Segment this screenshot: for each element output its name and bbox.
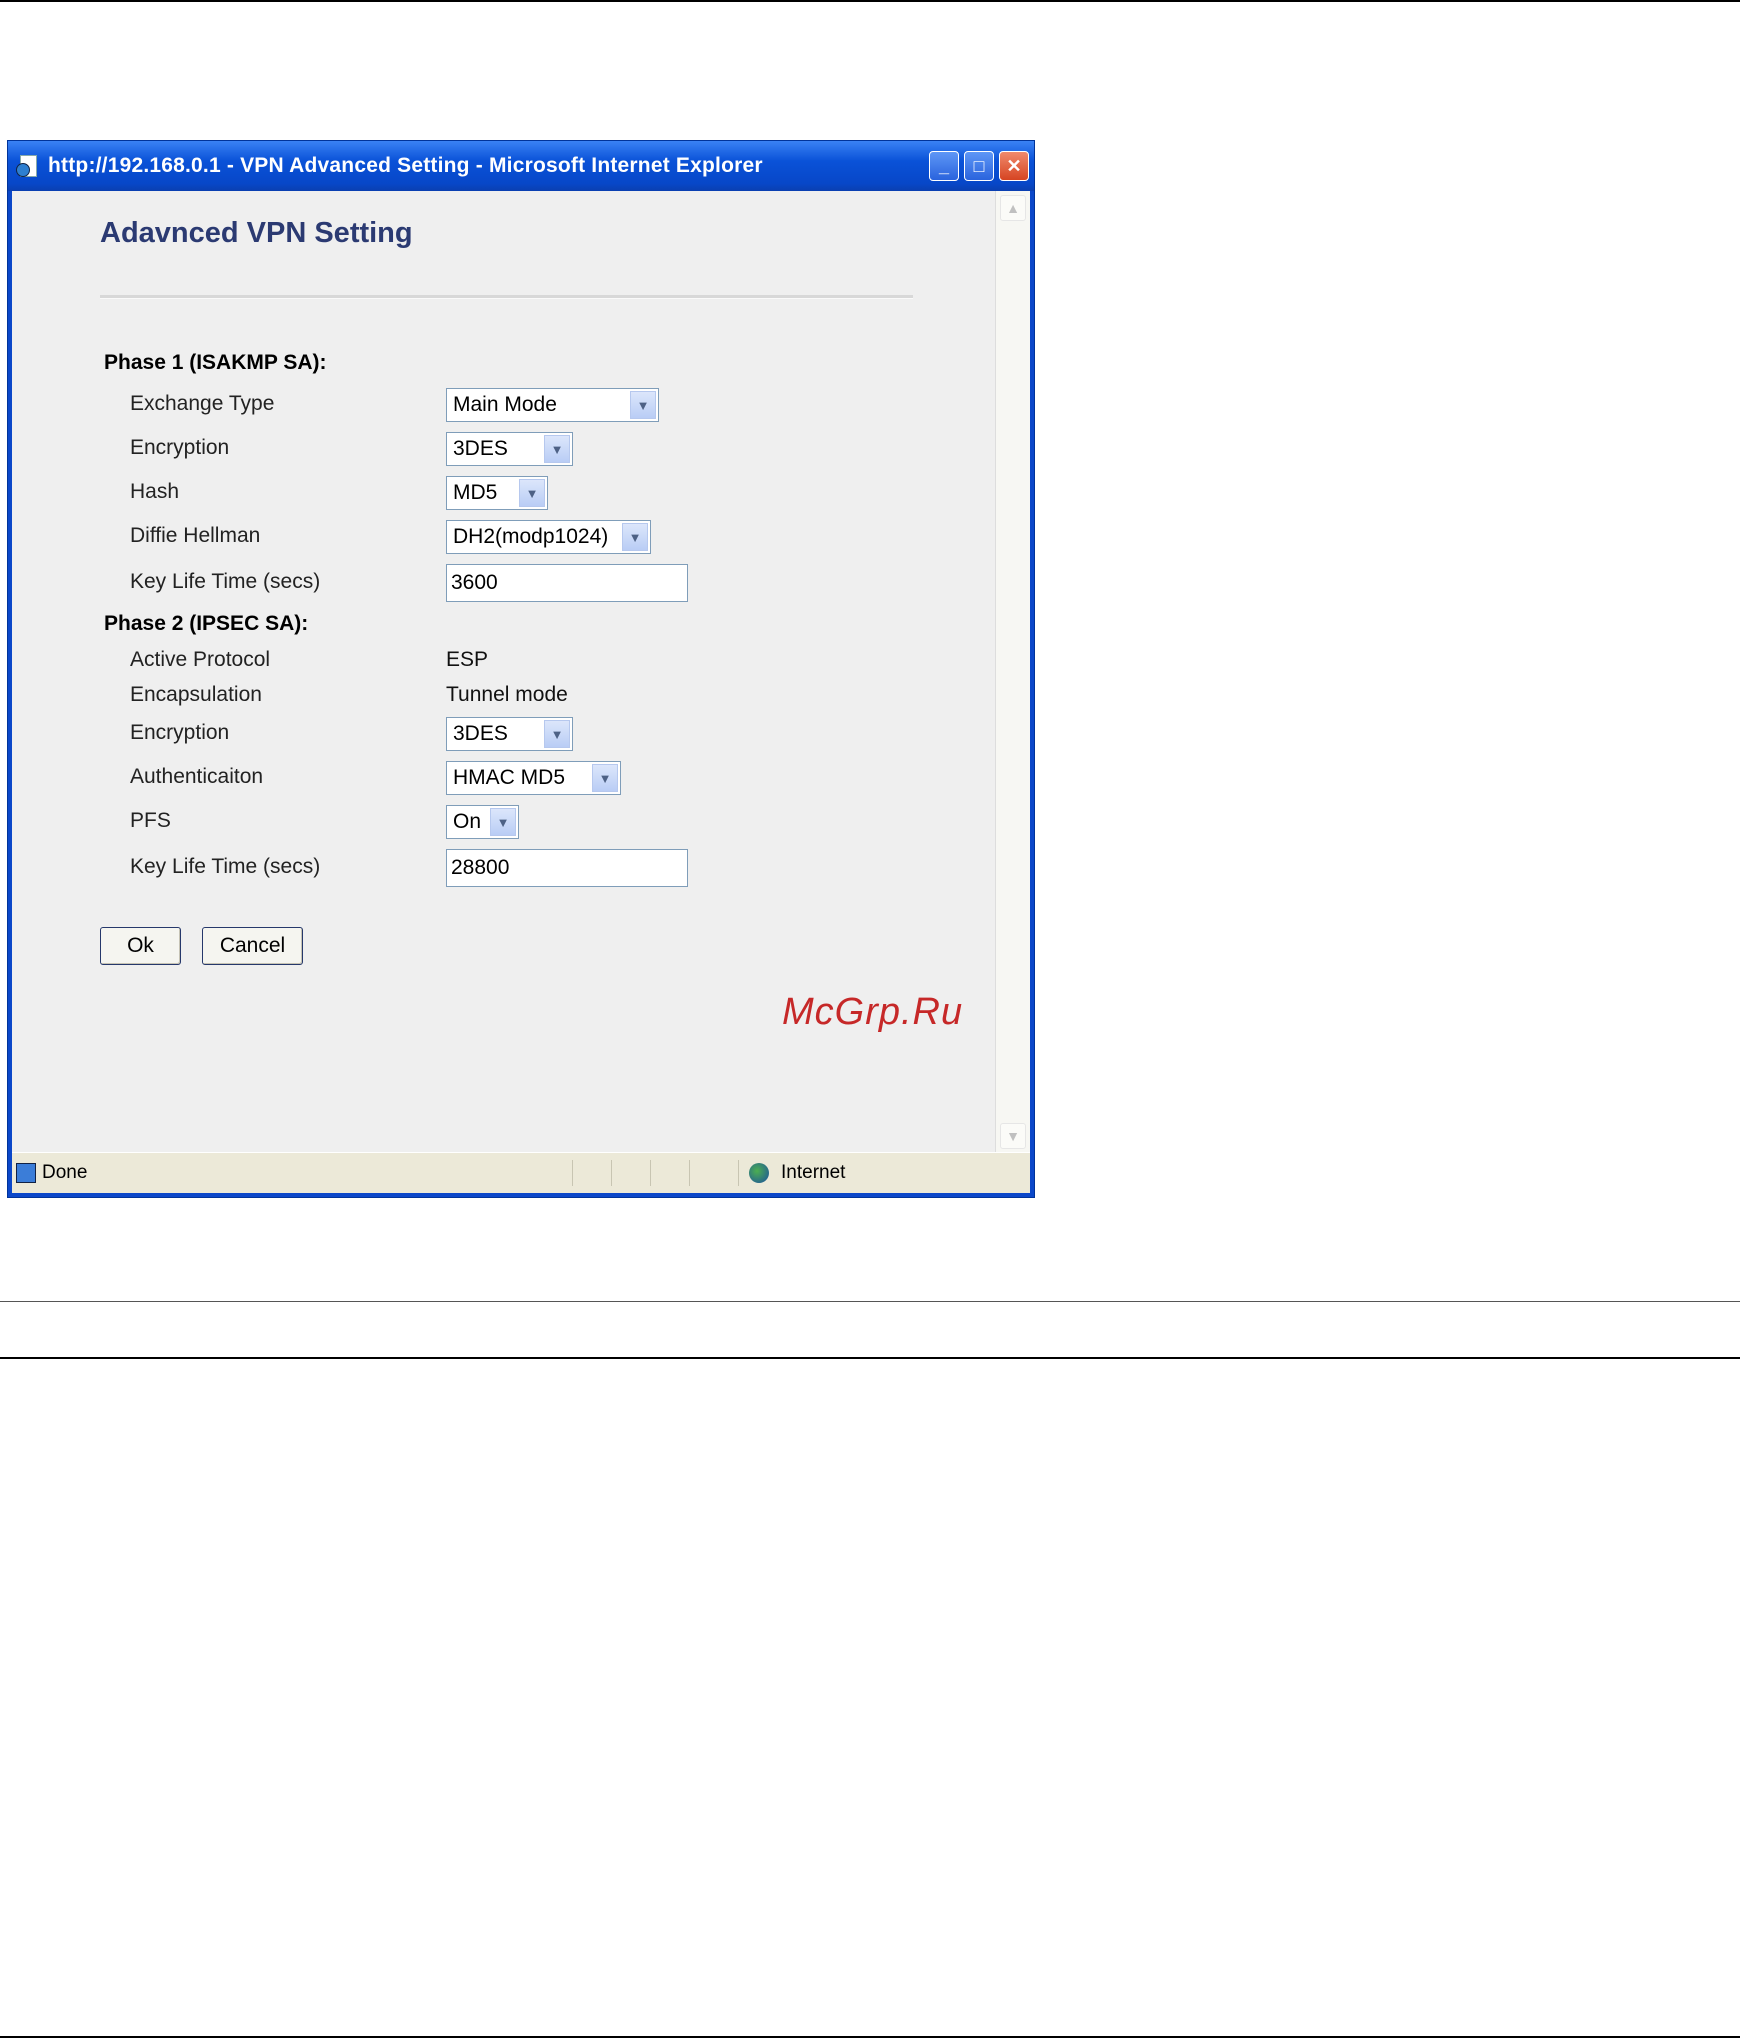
ie-page-icon bbox=[16, 155, 38, 177]
encapsulation-value: Tunnel mode bbox=[446, 683, 568, 706]
ie-window: http://192.168.0.1 - VPN Advanced Settin… bbox=[7, 140, 1035, 1198]
chevron-down-icon[interactable]: ▼ bbox=[544, 720, 570, 748]
active-protocol-label: Active Protocol bbox=[130, 648, 271, 671]
page-title: Adavnced VPN Setting bbox=[100, 217, 413, 249]
window-title: http://192.168.0.1 - VPN Advanced Settin… bbox=[48, 154, 763, 177]
phase1-encryption-value: 3DES bbox=[453, 437, 508, 460]
security-zone: Internet bbox=[738, 1160, 845, 1186]
encapsulation-label: Encapsulation bbox=[130, 683, 262, 706]
authentication-select[interactable]: HMAC MD5 ▼ bbox=[446, 761, 621, 795]
exchange-type-label: Exchange Type bbox=[130, 392, 275, 415]
diffie-hellman-select[interactable]: DH2(modp1024) ▼ bbox=[446, 520, 651, 554]
phase1-key-life-label: Key Life Time (secs) bbox=[130, 570, 321, 593]
hash-value: MD5 bbox=[453, 481, 498, 504]
pfs-select[interactable]: On ▼ bbox=[446, 805, 519, 839]
chevron-down-icon[interactable]: ▼ bbox=[630, 391, 656, 419]
pfs-value: On bbox=[453, 810, 482, 833]
scroll-up-icon[interactable]: ▲ bbox=[1000, 195, 1026, 221]
status-bar: Done Internet bbox=[12, 1152, 1030, 1193]
hash-select[interactable]: MD5 ▼ bbox=[446, 476, 548, 510]
phase2-encryption-select[interactable]: 3DES ▼ bbox=[446, 717, 573, 751]
ok-button[interactable]: Ok bbox=[100, 927, 181, 965]
phase2-key-life-label: Key Life Time (secs) bbox=[130, 855, 321, 878]
page-bottom-rule bbox=[0, 2036, 1740, 2038]
exchange-type-select[interactable]: Main Mode ▼ bbox=[446, 388, 659, 422]
zone-label: Internet bbox=[781, 1162, 846, 1183]
chevron-down-icon[interactable]: ▼ bbox=[490, 808, 516, 836]
status-cell bbox=[572, 1160, 611, 1186]
phase2-heading: Phase 2 (IPSEC SA): bbox=[104, 612, 309, 635]
maximize-icon[interactable]: □ bbox=[964, 151, 994, 181]
page-done-icon bbox=[16, 1163, 36, 1183]
divider-rule bbox=[0, 1301, 1740, 1302]
vertical-scrollbar[interactable]: ▲ ▼ bbox=[995, 191, 1030, 1153]
phase1-key-life-input[interactable] bbox=[446, 564, 688, 602]
browser-client-area: Adavnced VPN Setting Phase 1 (ISAKMP SA)… bbox=[12, 191, 1030, 1193]
status-cell bbox=[650, 1160, 689, 1186]
phase1-heading: Phase 1 (ISAKMP SA): bbox=[104, 351, 327, 374]
phase2-encryption-label: Encryption bbox=[130, 721, 230, 744]
title-divider bbox=[100, 295, 913, 299]
chevron-down-icon[interactable]: ▼ bbox=[622, 523, 648, 551]
phase1-encryption-label: Encryption bbox=[130, 436, 230, 459]
scroll-down-icon[interactable]: ▼ bbox=[1000, 1123, 1026, 1149]
chevron-down-icon[interactable]: ▼ bbox=[544, 435, 570, 463]
status-text: Done bbox=[42, 1162, 88, 1183]
title-bar[interactable]: http://192.168.0.1 - VPN Advanced Settin… bbox=[8, 141, 1034, 191]
watermark: McGrp.Ru bbox=[782, 991, 964, 1033]
cancel-button[interactable]: Cancel bbox=[202, 927, 303, 965]
hash-label: Hash bbox=[130, 480, 180, 503]
page-content: Adavnced VPN Setting Phase 1 (ISAKMP SA)… bbox=[12, 191, 996, 1153]
authentication-value: HMAC MD5 bbox=[453, 766, 566, 789]
diffie-hellman-label: Diffie Hellman bbox=[130, 524, 261, 547]
exchange-type-value: Main Mode bbox=[453, 393, 557, 416]
authentication-label: Authenticaiton bbox=[130, 765, 264, 788]
status-cell bbox=[611, 1160, 650, 1186]
divider-rule bbox=[0, 1357, 1740, 1359]
phase1-encryption-select[interactable]: 3DES ▼ bbox=[446, 432, 573, 466]
close-icon[interactable]: ✕ bbox=[999, 151, 1029, 181]
phase2-key-life-input[interactable] bbox=[446, 849, 688, 887]
pfs-label: PFS bbox=[130, 809, 171, 832]
chevron-down-icon[interactable]: ▼ bbox=[592, 764, 618, 792]
globe-icon bbox=[749, 1163, 769, 1183]
chevron-down-icon[interactable]: ▼ bbox=[519, 479, 545, 507]
active-protocol-value: ESP bbox=[446, 648, 489, 671]
status-cell bbox=[689, 1160, 728, 1186]
minimize-icon[interactable]: _ bbox=[929, 151, 959, 181]
page-top-rule bbox=[0, 0, 1740, 2]
phase2-encryption-value: 3DES bbox=[453, 722, 508, 745]
diffie-hellman-value: DH2(modp1024) bbox=[453, 525, 609, 548]
